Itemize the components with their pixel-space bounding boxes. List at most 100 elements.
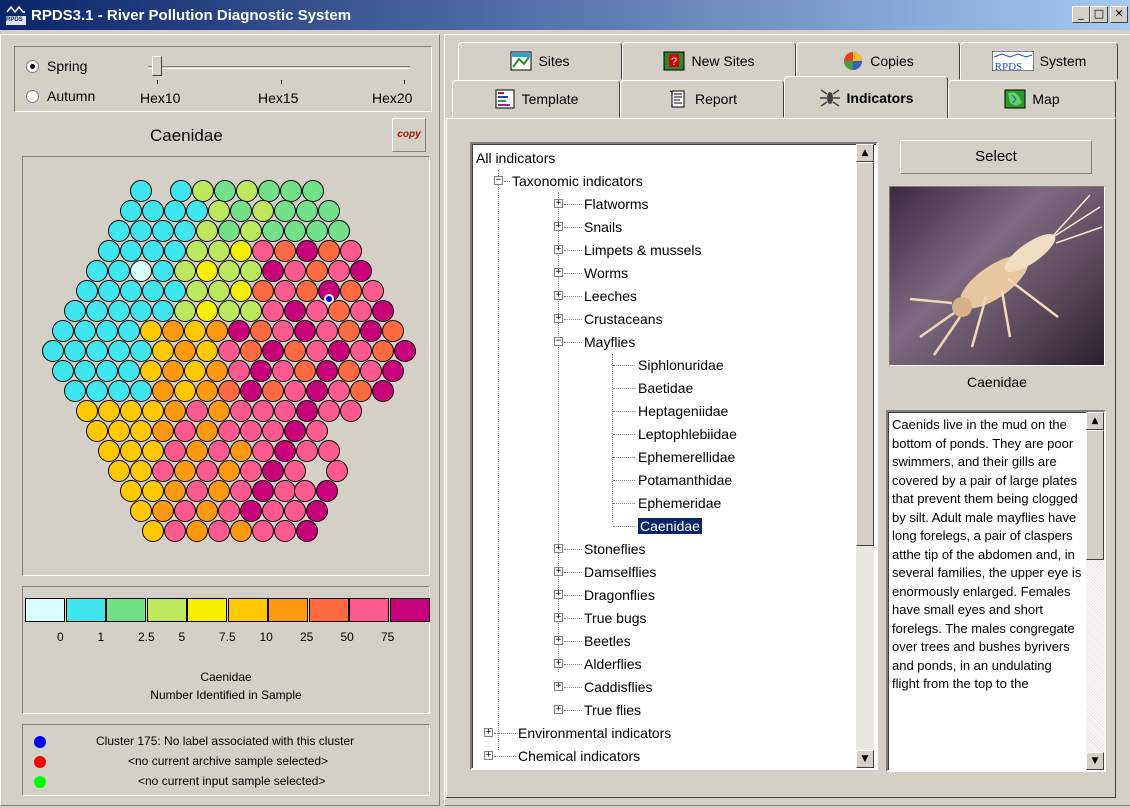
- som-node[interactable]: [174, 300, 196, 322]
- som-node[interactable]: [208, 520, 230, 542]
- som-map[interactable]: [22, 156, 430, 576]
- som-node[interactable]: [208, 200, 230, 222]
- som-node[interactable]: [262, 260, 284, 282]
- tree-item[interactable]: Damselflies: [584, 562, 656, 582]
- som-node[interactable]: [218, 380, 240, 402]
- som-node[interactable]: [296, 240, 318, 262]
- som-node[interactable]: [362, 280, 384, 302]
- expand-icon[interactable]: +: [484, 728, 493, 737]
- som-node[interactable]: [306, 380, 328, 402]
- som-node[interactable]: [306, 300, 328, 322]
- som-node[interactable]: [152, 340, 174, 362]
- tab-new-sites[interactable]: ? New Sites: [622, 42, 796, 80]
- som-node[interactable]: [338, 360, 360, 382]
- som-node[interactable]: [340, 280, 362, 302]
- desc-scroll-down-arrow[interactable]: ▼: [1086, 752, 1104, 770]
- som-node[interactable]: [86, 340, 108, 362]
- som-node[interactable]: [230, 280, 252, 302]
- tab-report[interactable]: Report: [620, 80, 784, 118]
- som-node[interactable]: [274, 400, 296, 422]
- som-node[interactable]: [196, 460, 218, 482]
- som-node[interactable]: [252, 440, 274, 462]
- tree-item[interactable]: Siphlonuridae: [638, 355, 724, 375]
- som-node[interactable]: [252, 480, 274, 502]
- tree-item[interactable]: Ephemerellidae: [638, 447, 735, 467]
- som-node[interactable]: [74, 360, 96, 382]
- som-node[interactable]: [174, 420, 196, 442]
- tree-item[interactable]: All indicators: [476, 148, 555, 168]
- expand-icon[interactable]: +: [554, 613, 563, 622]
- som-node[interactable]: [196, 300, 218, 322]
- som-node[interactable]: [130, 500, 152, 522]
- som-node[interactable]: [284, 380, 306, 402]
- tree-item[interactable]: Leeches: [584, 286, 637, 306]
- som-node[interactable]: [294, 320, 316, 342]
- som-node[interactable]: [230, 240, 252, 262]
- som-node[interactable]: [350, 340, 372, 362]
- som-node[interactable]: [306, 220, 328, 242]
- som-node[interactable]: [230, 400, 252, 422]
- som-node[interactable]: [240, 500, 262, 522]
- som-node[interactable]: [108, 380, 130, 402]
- som-node[interactable]: [184, 320, 206, 342]
- tree-item[interactable]: Worms: [584, 263, 628, 283]
- tree-item[interactable]: Crustaceans: [584, 309, 663, 329]
- scroll-down-arrow[interactable]: ▼: [856, 750, 874, 768]
- tree-item[interactable]: Dragonflies: [584, 585, 655, 605]
- som-node[interactable]: [174, 460, 196, 482]
- tree-item[interactable]: Flatworms: [584, 194, 649, 214]
- som-node[interactable]: [142, 240, 164, 262]
- som-node[interactable]: [240, 220, 262, 242]
- tree-item[interactable]: Beetles: [584, 631, 631, 651]
- som-node[interactable]: [218, 220, 240, 242]
- title-bar[interactable]: RPDS RPDS3.1 - River Pollution Diagnosti…: [0, 0, 1130, 30]
- tree-item[interactable]: Mayflies: [584, 332, 635, 352]
- som-node[interactable]: [208, 480, 230, 502]
- som-node[interactable]: [284, 260, 306, 282]
- som-node[interactable]: [218, 420, 240, 442]
- expand-icon[interactable]: +: [554, 268, 563, 277]
- som-node[interactable]: [120, 200, 142, 222]
- som-node[interactable]: [130, 300, 152, 322]
- som-node[interactable]: [118, 360, 140, 382]
- som-node[interactable]: [230, 440, 252, 462]
- som-node[interactable]: [240, 340, 262, 362]
- som-node[interactable]: [76, 280, 98, 302]
- som-node[interactable]: [262, 460, 284, 482]
- description-scrollbar[interactable]: ▲ ▼: [1086, 412, 1104, 770]
- som-node[interactable]: [152, 420, 174, 442]
- som-node[interactable]: [142, 400, 164, 422]
- som-node[interactable]: [306, 260, 328, 282]
- som-node[interactable]: [296, 280, 318, 302]
- som-node[interactable]: [218, 460, 240, 482]
- som-node[interactable]: [108, 420, 130, 442]
- som-node[interactable]: [142, 480, 164, 502]
- tree-item[interactable]: Caddisflies: [584, 677, 652, 697]
- tab-copies[interactable]: Copies: [796, 42, 960, 80]
- som-node[interactable]: [250, 360, 272, 382]
- som-node[interactable]: [152, 380, 174, 402]
- som-node[interactable]: [164, 280, 186, 302]
- som-node[interactable]: [284, 300, 306, 322]
- som-node[interactable]: [186, 200, 208, 222]
- expand-icon[interactable]: +: [554, 544, 563, 553]
- som-node[interactable]: [142, 440, 164, 462]
- som-node[interactable]: [218, 340, 240, 362]
- som-node[interactable]: [218, 300, 240, 322]
- som-node[interactable]: [262, 500, 284, 522]
- som-node[interactable]: [306, 340, 328, 362]
- hex-slider-thumb[interactable]: [152, 56, 162, 76]
- som-node[interactable]: [296, 520, 318, 542]
- som-node[interactable]: [240, 460, 262, 482]
- som-node[interactable]: [196, 420, 218, 442]
- som-node[interactable]: [240, 300, 262, 322]
- tree-item[interactable]: Ephemeridae: [638, 493, 721, 513]
- som-node[interactable]: [174, 380, 196, 402]
- som-node[interactable]: [186, 480, 208, 502]
- expand-icon[interactable]: +: [554, 659, 563, 668]
- maximize-button[interactable]: □: [1090, 6, 1108, 23]
- expand-icon[interactable]: +: [554, 682, 563, 691]
- som-node[interactable]: [130, 220, 152, 242]
- tab-sites[interactable]: Sites: [458, 42, 622, 80]
- som-node[interactable]: [284, 420, 306, 442]
